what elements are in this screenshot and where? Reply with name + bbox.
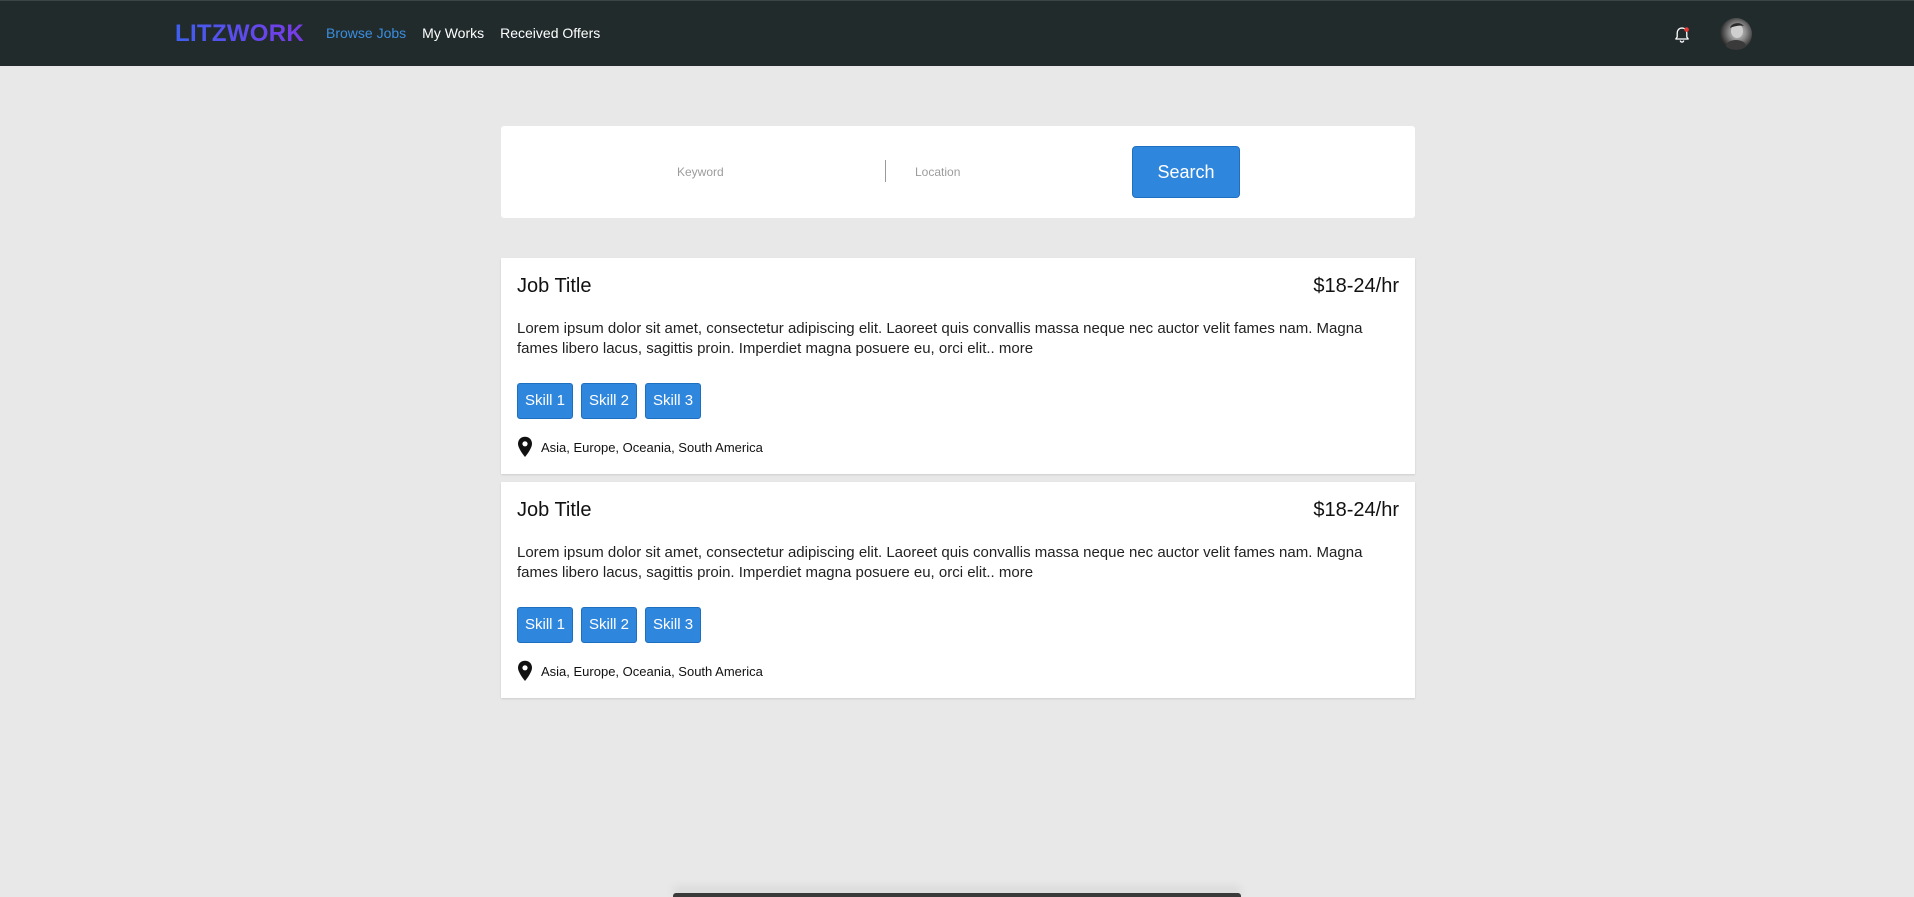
search-button[interactable]: Search [1132,146,1240,198]
nav-link-my-works[interactable]: My Works [422,25,484,41]
map-pin-icon [518,660,532,681]
logo[interactable]: LITZWORK [175,20,304,48]
skill-tag[interactable]: Skill 1 [517,383,574,419]
job-card[interactable]: Job Title $18-24/hr Lorem ipsum dolor si… [501,482,1415,698]
skill-tag[interactable]: Skill 2 [581,607,638,643]
search-divider [885,160,886,182]
job-location: Asia, Europe, Oceania, South America [517,436,763,458]
skill-tags: Skill 1 Skill 2 Skill 3 [517,383,702,419]
more-link[interactable]: more [999,340,1033,357]
job-rate: $18-24/hr [1313,275,1399,297]
top-navbar: LITZWORK Browse Jobs My Works Received O… [0,0,1914,66]
notification-dot [1684,27,1689,32]
nav-link-received-offers[interactable]: Received Offers [500,25,600,41]
job-description: Lorem ipsum dolor sit amet, consectetur … [517,543,1407,583]
search-panel: Search [501,126,1415,218]
user-avatar[interactable] [1720,18,1752,50]
skill-tag[interactable]: Skill 3 [645,607,702,643]
skill-tag[interactable]: Skill 3 [645,383,702,419]
job-card[interactable]: Job Title $18-24/hr Lorem ipsum dolor si… [501,258,1415,474]
nav-links: Browse Jobs My Works Received Offers [326,25,600,41]
location-input[interactable] [913,156,1117,188]
bottom-panel-edge [673,893,1241,897]
skill-tag[interactable]: Skill 2 [581,383,638,419]
job-location-text: Asia, Europe, Oceania, South America [541,663,763,679]
map-pin-icon [518,436,532,457]
job-rate: $18-24/hr [1313,499,1399,521]
job-description: Lorem ipsum dolor sit amet, consectetur … [517,319,1407,359]
nav-link-browse-jobs[interactable]: Browse Jobs [326,25,406,41]
job-description-text: Lorem ipsum dolor sit amet, consectetur … [517,544,1363,581]
job-location-text: Asia, Europe, Oceania, South America [541,439,763,455]
job-description-text: Lorem ipsum dolor sit amet, consectetur … [517,320,1363,357]
job-title[interactable]: Job Title [517,275,591,298]
skill-tags: Skill 1 Skill 2 Skill 3 [517,607,702,643]
job-location: Asia, Europe, Oceania, South America [517,660,763,682]
job-title[interactable]: Job Title [517,499,591,522]
keyword-input[interactable] [675,156,869,188]
skill-tag[interactable]: Skill 1 [517,607,574,643]
more-link[interactable]: more [999,564,1033,581]
bell-icon[interactable] [1672,25,1692,45]
